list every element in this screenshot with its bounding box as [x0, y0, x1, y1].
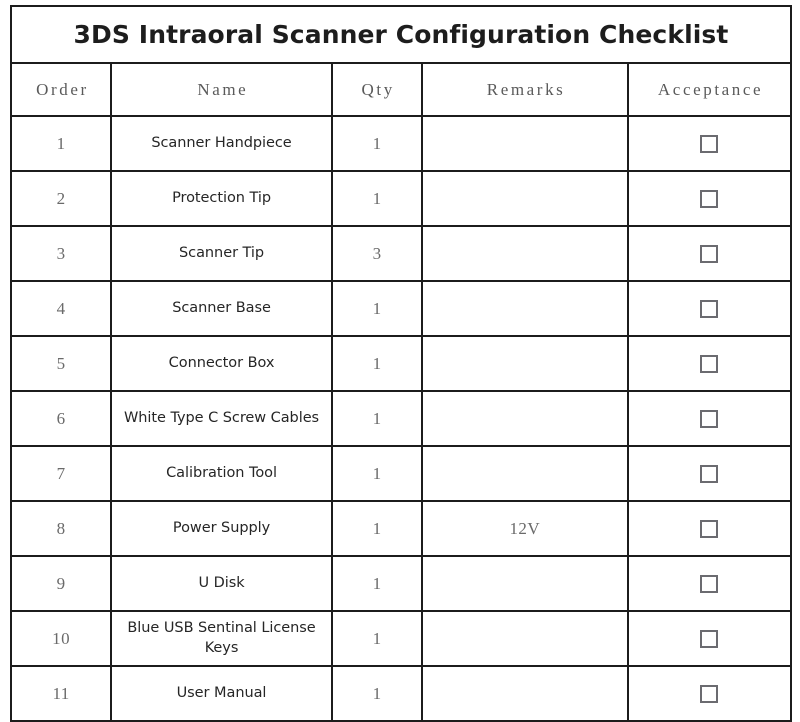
acceptance-checkbox[interactable] [700, 134, 719, 153]
cell-remarks [421, 665, 629, 722]
cell-order: 8 [9, 500, 113, 557]
cell-name: U Disk [110, 555, 333, 612]
cell-name: Calibration Tool [110, 445, 333, 502]
cell-qty: 1 [330, 500, 424, 557]
cell-qty: 1 [330, 610, 424, 667]
acceptance-checkbox[interactable] [700, 684, 719, 703]
cell-order: 11 [9, 665, 113, 722]
acceptance-checkbox[interactable] [700, 519, 719, 538]
cell-qty: 1 [330, 280, 424, 337]
table-row: 4 Scanner Base 1 [9, 280, 793, 337]
cell-acceptance [626, 500, 793, 557]
cell-order: 5 [9, 335, 113, 392]
table-row: 1 Scanner Handpiece 1 [9, 115, 793, 172]
header-row: Order Name Qty Remarks Acceptance [9, 62, 793, 117]
table-row: 10 Blue USB Sentinal License Keys 1 [9, 610, 793, 667]
cell-qty: 1 [330, 115, 424, 172]
cell-name: White Type C Screw Cables [110, 390, 333, 447]
cell-remarks [421, 610, 629, 667]
cell-remarks [421, 390, 629, 447]
cell-acceptance [626, 280, 793, 337]
acceptance-checkbox[interactable] [700, 244, 719, 263]
cell-acceptance [626, 225, 793, 282]
table-row: 2 Protection Tip 1 [9, 170, 793, 227]
cell-remarks [421, 280, 629, 337]
cell-acceptance [626, 555, 793, 612]
cell-order: 3 [9, 225, 113, 282]
cell-remarks: 12V [421, 500, 629, 557]
acceptance-checkbox[interactable] [700, 464, 719, 483]
cell-name: Power Supply [110, 500, 333, 557]
cell-remarks [421, 335, 629, 392]
column-header-acceptance: Acceptance [626, 62, 793, 117]
table-row: 7 Calibration Tool 1 [9, 445, 793, 502]
cell-remarks [421, 225, 629, 282]
cell-order: 1 [9, 115, 113, 172]
column-header-name: Name [110, 62, 333, 117]
cell-qty: 1 [330, 335, 424, 392]
cell-name: Scanner Handpiece [110, 115, 333, 172]
cell-order: 2 [9, 170, 113, 227]
cell-acceptance [626, 445, 793, 502]
cell-remarks [421, 555, 629, 612]
acceptance-checkbox[interactable] [700, 299, 719, 318]
cell-name: Scanner Base [110, 280, 333, 337]
table-row: 9 U Disk 1 [9, 555, 793, 612]
cell-name: User Manual [110, 665, 333, 722]
acceptance-checkbox[interactable] [700, 629, 719, 648]
cell-name: Connector Box [110, 335, 333, 392]
table-row: 5 Connector Box 1 [9, 335, 793, 392]
table-body: 3DS Intraoral Scanner Configuration Chec… [9, 5, 793, 722]
cell-qty: 3 [330, 225, 424, 282]
column-header-qty: Qty [330, 62, 424, 117]
cell-name: Protection Tip [110, 170, 333, 227]
checklist-document: 3DS Intraoral Scanner Configuration Chec… [0, 0, 800, 722]
cell-acceptance [626, 115, 793, 172]
cell-acceptance [626, 610, 793, 667]
cell-order: 9 [9, 555, 113, 612]
acceptance-checkbox[interactable] [700, 354, 719, 373]
acceptance-checkbox[interactable] [700, 189, 719, 208]
cell-acceptance [626, 665, 793, 722]
cell-qty: 1 [330, 665, 424, 722]
column-header-remarks: Remarks [421, 62, 629, 117]
cell-order: 7 [9, 445, 113, 502]
cell-acceptance [626, 170, 793, 227]
cell-order: 6 [9, 390, 113, 447]
table-row: 11 User Manual 1 [9, 665, 793, 722]
cell-name: Blue USB Sentinal License Keys [110, 610, 333, 667]
column-header-order: Order [9, 62, 113, 117]
cell-order: 10 [9, 610, 113, 667]
title-row: 3DS Intraoral Scanner Configuration Chec… [10, 5, 792, 64]
acceptance-checkbox[interactable] [700, 409, 719, 428]
cell-qty: 1 [330, 170, 424, 227]
table-row: 8 Power Supply 1 12V [9, 500, 793, 557]
cell-name: Scanner Tip [110, 225, 333, 282]
configuration-checklist-table: 3DS Intraoral Scanner Configuration Chec… [9, 5, 793, 722]
document-title: 3DS Intraoral Scanner Configuration Chec… [10, 5, 792, 64]
acceptance-checkbox[interactable] [700, 574, 719, 593]
table-row: 6 White Type C Screw Cables 1 [9, 390, 793, 447]
cell-acceptance [626, 390, 793, 447]
cell-remarks [421, 115, 629, 172]
cell-qty: 1 [330, 390, 424, 447]
cell-qty: 1 [330, 555, 424, 612]
cell-acceptance [626, 335, 793, 392]
cell-remarks [421, 170, 629, 227]
cell-order: 4 [9, 280, 113, 337]
cell-remarks [421, 445, 629, 502]
table-row: 3 Scanner Tip 3 [9, 225, 793, 282]
cell-qty: 1 [330, 445, 424, 502]
